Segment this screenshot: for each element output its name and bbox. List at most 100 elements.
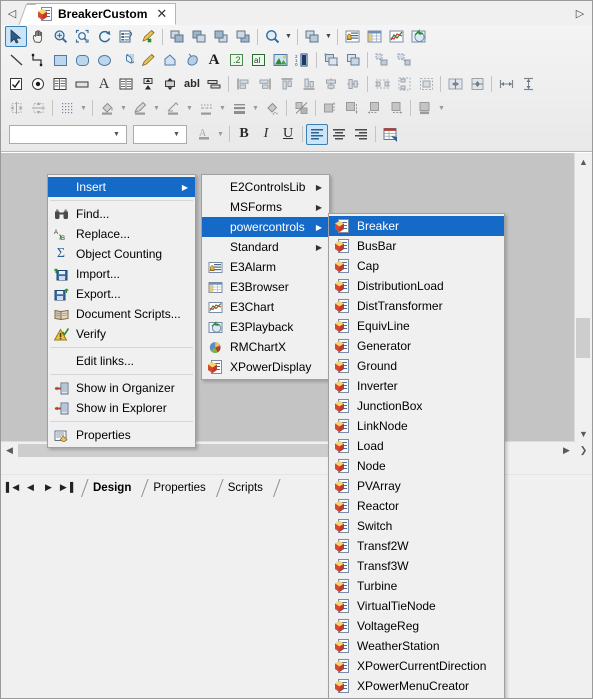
line-tool[interactable] — [5, 50, 27, 71]
zoom-level-tool[interactable] — [261, 26, 283, 47]
rounded-rectangle-tool[interactable] — [71, 50, 93, 71]
menu-item-switch[interactable]: Switch — [329, 516, 504, 536]
align-right-tool[interactable] — [254, 74, 276, 95]
menu-item-show-in-organizer[interactable]: Show in Organizer — [48, 378, 195, 398]
numeric-display-tool[interactable]: .2 — [225, 50, 247, 71]
line-style-dropdown-icon[interactable]: ▼ — [217, 98, 228, 118]
menu-item-e2controlslib[interactable]: E2ControlsLib ▶ — [202, 177, 329, 197]
pie-tool[interactable] — [115, 50, 137, 71]
same-height-tool[interactable] — [466, 74, 488, 95]
send-to-back-tool[interactable] — [232, 26, 254, 47]
menu-item-edit-links[interactable]: Edit links... — [48, 351, 195, 371]
menu-item-virtualtienode[interactable]: VirtualTieNode — [329, 596, 504, 616]
menu-item-e3browser[interactable]: E3Browser — [202, 277, 329, 297]
menu-item-load[interactable]: Load — [329, 436, 504, 456]
select-arrow-tool[interactable] — [5, 26, 27, 47]
background-color-tool[interactable] — [129, 98, 151, 119]
tab-scripts[interactable]: Scripts — [215, 478, 273, 497]
align-bottom-tool[interactable] — [298, 74, 320, 95]
menu-item-document-scripts[interactable]: Document Scripts... — [48, 304, 195, 324]
align-center-horizontal-tool[interactable] — [342, 74, 364, 95]
bring-forward-tool[interactable] — [188, 26, 210, 47]
rotate-tool[interactable] — [93, 26, 115, 47]
flip-vertical-tool[interactable] — [27, 98, 49, 119]
bold-button[interactable]: B — [233, 124, 255, 145]
playback-tool[interactable] — [407, 26, 429, 47]
detach-tool[interactable] — [393, 50, 415, 71]
align-top-tool[interactable] — [276, 74, 298, 95]
listbox-control-tool[interactable] — [49, 74, 71, 95]
menu-item-xpowermenucreator[interactable]: XPowerMenuCreator — [329, 676, 504, 696]
menu-item-e3alarm[interactable]: E3Alarm — [202, 257, 329, 277]
counter-tool[interactable]: 210 — [291, 50, 313, 71]
font-name-combobox[interactable]: ▼ — [9, 124, 127, 144]
menu-item-replace[interactable]: AB Replace... — [48, 224, 195, 244]
tab-design[interactable]: Design — [81, 478, 142, 497]
subtract-tool[interactable] — [342, 50, 364, 71]
menu-item-disttransformer[interactable]: DistTransformer — [329, 296, 504, 316]
center-in-form-v-tool[interactable] — [517, 74, 539, 95]
style-dropdown-icon[interactable]: ▼ — [436, 98, 447, 118]
align-left-button[interactable] — [306, 123, 328, 145]
label-control-tool[interactable]: A — [93, 74, 115, 95]
menu-item-inverter[interactable]: Inverter — [329, 376, 504, 396]
shadow-offset-tool[interactable] — [341, 98, 363, 119]
same-width-tool[interactable] — [444, 74, 466, 95]
menu-item-generator[interactable]: Generator — [329, 336, 504, 356]
make-same-size-tool[interactable] — [415, 74, 437, 95]
context-menu[interactable]: Insert ▶ Find... AB Replace... Σ Object … — [47, 174, 196, 448]
menu-item-object-counting[interactable]: Σ Object Counting — [48, 244, 195, 264]
sheet-prev-button[interactable]: ◀ — [22, 479, 39, 496]
zoom-tool[interactable] — [49, 26, 71, 47]
powercontrols-submenu[interactable]: Breaker BusBar Cap DistributionLoad DistTran… — [328, 213, 505, 698]
menu-item-transf2w[interactable]: Transf2W — [329, 536, 504, 556]
menu-item-e3playback[interactable]: E3Playback — [202, 317, 329, 337]
left-margin-tool[interactable] — [363, 98, 385, 119]
textbox-control-tool[interactable]: abl — [181, 74, 203, 95]
list-edit-tool[interactable] — [115, 26, 137, 47]
bring-to-front-tool[interactable] — [166, 26, 188, 47]
menu-item-rmchartx[interactable]: RMChartX — [202, 337, 329, 357]
menu-item-turbine[interactable]: Turbine — [329, 576, 504, 596]
right-margin-tool[interactable] — [385, 98, 407, 119]
pan-hand-tool[interactable] — [27, 26, 49, 47]
combobox-control-tool[interactable] — [115, 74, 137, 95]
menu-item-export[interactable]: Export... — [48, 284, 195, 304]
chart-tool[interactable] — [385, 26, 407, 47]
zoom-level-dropdown-icon[interactable]: ▼ — [283, 27, 294, 47]
union-tool[interactable] — [320, 50, 342, 71]
scroll-down-button[interactable]: ▼ — [575, 425, 592, 442]
scroll-left-button[interactable]: ◀ — [1, 443, 18, 458]
gradient-tool[interactable] — [261, 98, 283, 119]
space-across-tool[interactable] — [371, 74, 393, 95]
text-tool[interactable]: A — [203, 50, 225, 71]
fill-shape-tool[interactable] — [181, 50, 203, 71]
menu-item-xpowercurrentdirection[interactable]: XPowerCurrentDirection — [329, 656, 504, 676]
scroll-right-button[interactable]: ▶ — [558, 443, 575, 458]
grid-dropdown-icon[interactable]: ▼ — [78, 98, 89, 118]
polygon-tool[interactable] — [159, 50, 181, 71]
tab-properties[interactable]: Properties — [141, 478, 216, 497]
document-tab-breakercustom[interactable]: BreakerCustom ✕ — [27, 3, 177, 25]
align-center-vertical-tool[interactable] — [320, 74, 342, 95]
sheet-first-button[interactable]: ▌◀ — [4, 479, 21, 496]
tab-scroll-right-button[interactable]: ▷ — [568, 2, 592, 25]
menu-item-powercontrols[interactable]: powercontrols ▶ — [202, 217, 329, 237]
image-tool[interactable] — [269, 50, 291, 71]
underline-button[interactable]: U — [277, 124, 299, 145]
scrollbar-control-tool[interactable] — [159, 74, 181, 95]
send-backward-tool[interactable] — [210, 26, 232, 47]
menu-item-busbar[interactable]: BusBar — [329, 236, 504, 256]
menu-item-ground[interactable]: Ground — [329, 356, 504, 376]
ellipse-tool[interactable] — [93, 50, 115, 71]
font-color-button[interactable]: A — [193, 124, 215, 145]
properties-window-button[interactable] — [379, 124, 401, 145]
menu-item-breaker[interactable]: Breaker — [329, 216, 504, 236]
style-tool[interactable] — [414, 98, 436, 119]
line-color-dropdown-icon[interactable]: ▼ — [184, 98, 195, 118]
font-size-combobox[interactable]: ▼ — [133, 124, 187, 144]
alarm-tool[interactable] — [341, 26, 363, 47]
menu-item-transf3w[interactable]: Transf3W — [329, 556, 504, 576]
fill-color-tool[interactable] — [96, 98, 118, 119]
line-weight-dropdown-icon[interactable]: ▼ — [250, 98, 261, 118]
